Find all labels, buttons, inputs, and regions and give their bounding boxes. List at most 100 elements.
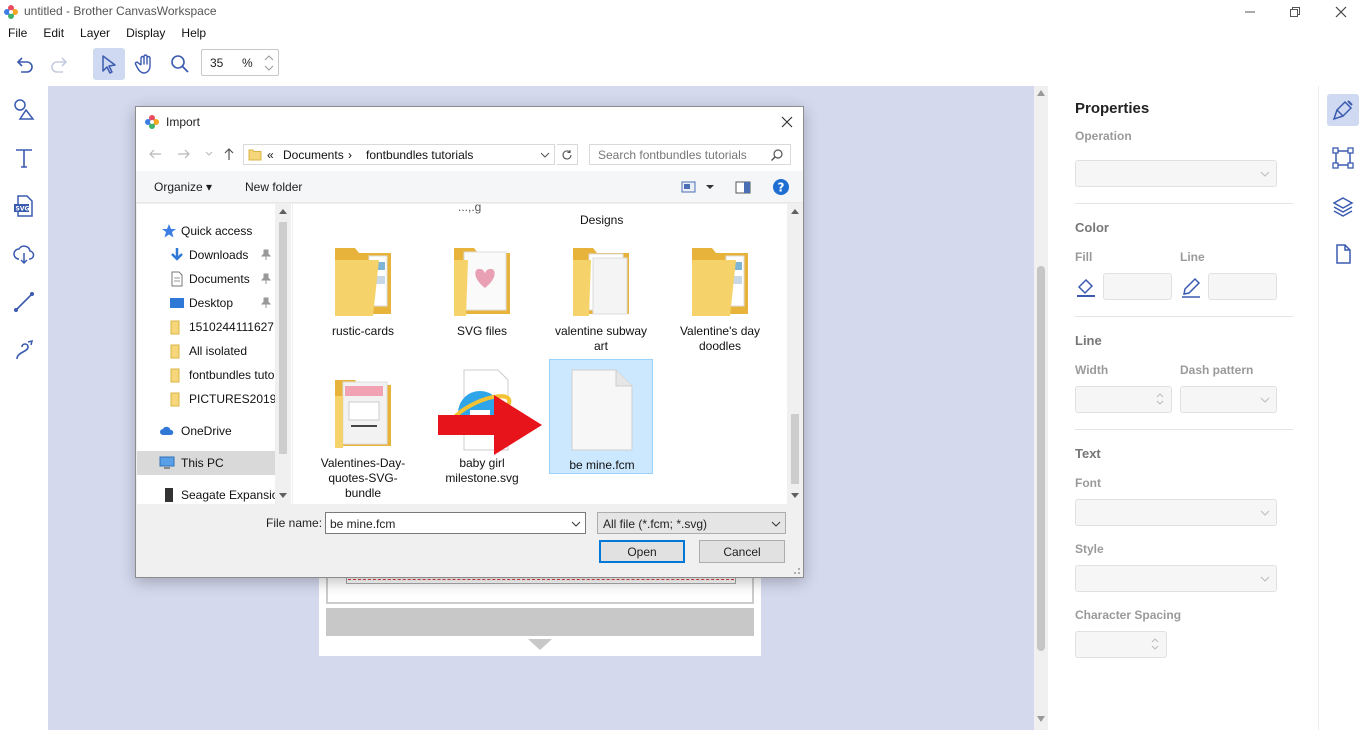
redo-button[interactable] (44, 48, 76, 80)
nav-seagate-drive[interactable]: Seagate Expansion (137, 483, 276, 507)
zoom-level-field[interactable]: 35 % (201, 49, 279, 76)
restore-button[interactable] (1272, 0, 1318, 24)
font-dropdown[interactable] (1075, 499, 1277, 526)
menu-help[interactable]: Help (173, 24, 214, 44)
open-button[interactable]: Open (599, 540, 685, 563)
view-options-icon[interactable] (681, 180, 697, 194)
breadcrumb-overflow[interactable]: « (267, 148, 274, 162)
scroll-up-arrow-icon[interactable] (279, 209, 287, 214)
file-type-dropdown[interactable]: All file (*.fcm; *.svg) (597, 512, 786, 534)
menu-bar: File Edit Layer Display Help (0, 24, 214, 44)
dialog-close-button[interactable] (775, 110, 799, 134)
file-item[interactable]: SVG files (430, 236, 534, 341)
resize-grip-icon[interactable] (791, 565, 801, 575)
scroll-down-arrow-icon[interactable] (279, 493, 287, 498)
address-bar[interactable]: « Documents › fontbundles tutorials (243, 144, 555, 165)
nav-folder-pictures2019[interactable]: PICTURES2019 (137, 387, 276, 411)
help-icon[interactable]: ? (772, 178, 790, 196)
scroll-thumb[interactable] (1037, 266, 1045, 651)
zoom-tool-button[interactable] (164, 48, 196, 80)
folder-icon (335, 248, 391, 316)
scroll-thumb[interactable] (791, 414, 799, 484)
line-color-swatch[interactable] (1208, 273, 1277, 300)
recent-locations-button[interactable] (200, 145, 218, 163)
operation-label: Operation (1075, 129, 1132, 143)
scroll-down-arrow-icon[interactable] (1037, 716, 1045, 722)
dash-pattern-dropdown[interactable] (1180, 386, 1277, 413)
nav-documents[interactable]: Documents (137, 267, 276, 291)
scroll-down-triangle-icon[interactable] (527, 638, 553, 652)
file-pane-scrollbar[interactable] (787, 204, 803, 504)
file-name: be mine.fcm (569, 458, 635, 472)
undo-button[interactable] (8, 48, 40, 80)
scroll-up-arrow-icon[interactable] (1037, 90, 1045, 96)
properties-tab[interactable] (1327, 94, 1359, 126)
menu-layer[interactable]: Layer (72, 24, 118, 44)
mat-inner-border (326, 574, 754, 604)
operation-dropdown[interactable] (1075, 160, 1277, 187)
nav-folder-all-isolated[interactable]: All isolated (137, 339, 276, 363)
character-spacing-label: Character Spacing (1075, 608, 1182, 622)
minimize-button[interactable] (1227, 0, 1273, 24)
style-dropdown[interactable] (1075, 565, 1277, 592)
text-section-label: Text (1075, 446, 1101, 461)
transform-tab[interactable] (1327, 142, 1359, 174)
search-field[interactable]: Search fontbundles tutorials (589, 144, 791, 165)
folder-icon (170, 320, 180, 335)
freehand-tool-button[interactable] (8, 334, 40, 366)
svg-import-button[interactable]: SVG (8, 190, 40, 222)
file-item-selected[interactable]: be mine.fcm (549, 359, 653, 474)
preview-pane-icon[interactable] (735, 180, 751, 194)
cloud-download-icon (13, 245, 35, 265)
file-item[interactable]: Valentines-Day-quotes-SVG-bundle (311, 368, 415, 504)
select-tool-button[interactable] (93, 48, 125, 80)
scroll-up-arrow-icon[interactable] (791, 209, 799, 214)
file-item[interactable]: rustic-cards (311, 236, 415, 341)
close-button[interactable] (1318, 0, 1364, 24)
navigation-pane-scrollbar[interactable] (275, 204, 291, 504)
breadcrumb-current-folder[interactable]: fontbundles tutorials (366, 148, 473, 162)
line-tool-button[interactable] (8, 286, 40, 318)
undo-icon (16, 57, 33, 73)
menu-edit[interactable]: Edit (35, 24, 72, 44)
file-item[interactable]: Valentine's day doodles (668, 236, 772, 356)
nav-onedrive[interactable]: OneDrive (137, 419, 276, 443)
nav-downloads[interactable]: Downloads (137, 243, 276, 267)
nav-desktop[interactable]: Desktop (137, 291, 276, 315)
chevron-down-icon[interactable] (571, 520, 581, 528)
file-item[interactable]: valentine subway art (549, 236, 653, 356)
canvas-vertical-scrollbar[interactable] (1034, 86, 1048, 730)
chevron-down-icon[interactable] (540, 151, 550, 159)
refresh-button[interactable] (557, 144, 578, 165)
page-tab[interactable] (1327, 238, 1359, 270)
file-name: valentine subway art (554, 324, 648, 353)
new-folder-button[interactable]: New folder (245, 180, 302, 194)
organize-menu[interactable]: Organize ▾ (154, 180, 212, 194)
layers-tab[interactable] (1327, 190, 1359, 222)
text-tool-button[interactable] (8, 142, 40, 174)
shapes-tool-button[interactable] (8, 94, 40, 126)
scroll-down-arrow-icon[interactable] (791, 493, 799, 498)
back-button[interactable] (146, 145, 164, 163)
nav-quick-access[interactable]: Quick access (137, 219, 276, 243)
document-icon (171, 271, 183, 287)
file-name-input[interactable]: be mine.fcm (325, 512, 586, 534)
refresh-icon (562, 149, 572, 159)
line-width-stepper[interactable] (1075, 386, 1172, 413)
nav-folder-fontbundles[interactable]: fontbundles tuto (137, 363, 276, 387)
menu-display[interactable]: Display (118, 24, 173, 44)
character-spacing-stepper[interactable] (1075, 631, 1167, 658)
nav-this-pc[interactable]: This PC (137, 451, 276, 475)
cancel-button[interactable]: Cancel (699, 540, 785, 563)
forward-button[interactable] (175, 145, 193, 163)
breadcrumb-documents[interactable]: Documents (283, 148, 344, 162)
fill-color-swatch[interactable] (1103, 273, 1172, 300)
zoom-spinner-icon[interactable] (262, 51, 276, 75)
cloud-tool-button[interactable] (8, 238, 40, 270)
pan-tool-button[interactable] (129, 48, 161, 80)
nav-folder-1510244111627N[interactable]: 1510244111627N (137, 315, 276, 339)
scroll-thumb[interactable] (279, 222, 287, 454)
menu-file[interactable]: File (0, 24, 35, 44)
chevron-down-icon[interactable] (706, 185, 714, 190)
up-folder-button[interactable] (220, 145, 238, 163)
